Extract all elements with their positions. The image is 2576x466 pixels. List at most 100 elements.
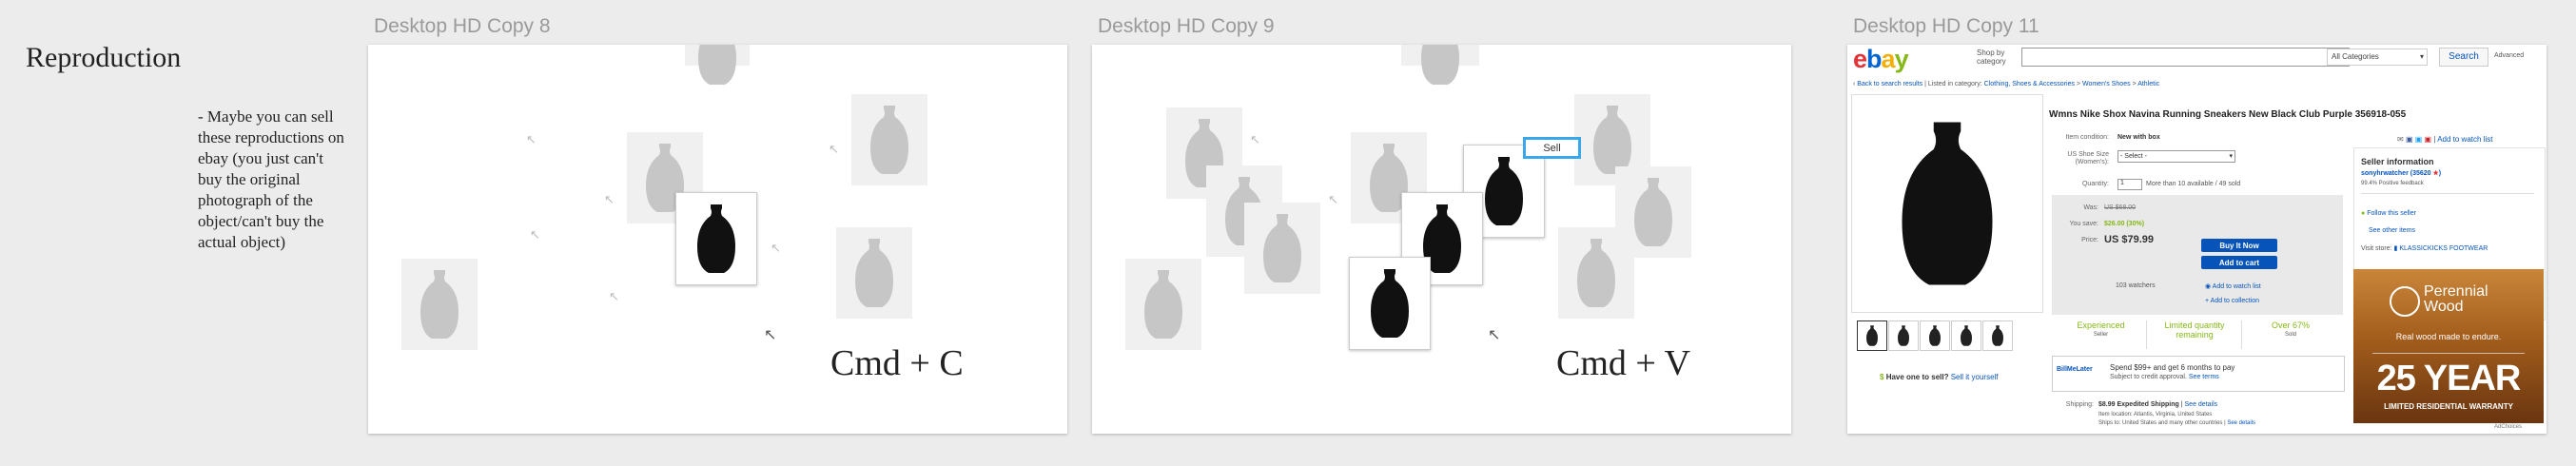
breadcrumb-item[interactable]: Clothing, Shoes & Accessories <box>1984 81 2075 87</box>
see-details-link[interactable]: See details <box>2227 420 2255 426</box>
pasted-vase-tile[interactable] <box>1349 257 1431 350</box>
save-label: You save: <box>2069 221 2099 227</box>
shortcut-copy: Cmd + C <box>830 343 964 383</box>
back-icon: ‹ <box>1853 81 1856 87</box>
sell-it-link[interactable]: Sell it yourself <box>1951 373 1999 381</box>
artboard-copy-8[interactable]: ↖ ↖ ↖ ↖ ↖ ↖ ↖ Cmd + C <box>368 45 1067 434</box>
follow-text: Follow this seller <box>2367 210 2416 217</box>
ebay-logo[interactable]: ebay <box>1853 45 1909 74</box>
seller-info-title: Seller information <box>2361 157 2434 166</box>
shortcut-paste: Cmd + V <box>1556 343 1691 383</box>
vase-icon <box>693 201 739 277</box>
vase-icon <box>851 235 897 311</box>
quantity-input[interactable]: 1 <box>2117 179 2142 190</box>
vase-tile <box>1401 45 1479 66</box>
breadcrumb: ‹ Back to search results | Listed in cat… <box>1853 81 2160 87</box>
was-label: Was: <box>2083 204 2098 211</box>
thumbnail[interactable] <box>1888 320 1919 351</box>
thumbnail[interactable] <box>1982 320 2013 351</box>
cursor-icon: ↖ <box>1328 192 1338 206</box>
advanced-link[interactable]: Advanced <box>2494 52 2524 59</box>
seller-name-text: sonyhrwatcher (35620 <box>2361 170 2431 177</box>
billme-text: Spend $99+ and get 6 months to pay <box>2110 363 2235 372</box>
artboard-label-copy-8[interactable]: Desktop HD Copy 8 <box>374 15 551 38</box>
chevron-down-icon: ▾ <box>2229 153 2233 160</box>
thumbnail[interactable] <box>1920 320 1950 351</box>
artboard-copy-11-ebay[interactable]: ebay Shop by category All Categories ▾ Se… <box>1847 45 2547 434</box>
vase-icon <box>694 45 740 88</box>
see-terms-link[interactable]: See terms <box>2189 374 2219 380</box>
email-icon[interactable]: ✉ <box>2397 135 2404 144</box>
vase-tile <box>401 259 478 350</box>
cursor-icon: ↖ <box>526 132 537 146</box>
shoe-icon <box>1864 324 1881 347</box>
copied-vase-tile[interactable] <box>675 192 757 285</box>
item-title: Wmns Nike Shox Navina Running Sneakers N… <box>2049 109 2407 120</box>
cursor-icon: ↖ <box>829 142 839 156</box>
cursor-icon: ↖ <box>609 289 619 303</box>
add-collection-link[interactable]: + Add to collection <box>2205 298 2259 304</box>
artboard-copy-9[interactable]: Sell ↖ ↖ ↖ Cmd + V <box>1092 45 1791 434</box>
main-product-image[interactable] <box>1851 94 2043 313</box>
thumbnail[interactable] <box>1857 320 1887 351</box>
shop-by-category[interactable]: Shop by category <box>1977 49 2019 66</box>
artboard-label-copy-9[interactable]: Desktop HD Copy 9 <box>1098 15 1275 38</box>
shoe-icon <box>1989 324 2006 347</box>
badge-top: Experienced <box>2077 320 2125 330</box>
size-label: US Shoe Size (Women's): <box>2067 151 2109 165</box>
add-to-cart-button[interactable]: Add to cart <box>2201 256 2277 269</box>
ad-tagline: Real wood made to endure. <box>2395 332 2502 341</box>
vase-icon <box>1890 113 2004 294</box>
heart-icon: ● <box>2361 210 2366 217</box>
see-details-link[interactable]: See details <box>2185 401 2218 408</box>
vase-icon <box>1481 153 1527 229</box>
visit-store-label: Visit store: <box>2361 245 2392 252</box>
ad-banner[interactable]: Perennial Wood Real wood made to endure.… <box>2353 269 2544 423</box>
thumbnail[interactable] <box>1951 320 1981 351</box>
facebook-icon[interactable]: ▣ <box>2406 135 2413 144</box>
breadcrumb-item[interactable]: Women's Shoes <box>2082 81 2131 87</box>
vase-icon <box>1630 174 1676 250</box>
back-link[interactable]: Back to search results <box>1857 81 1922 87</box>
ad-choices[interactable]: AdChoices <box>2494 424 2522 430</box>
cursor-icon: ↖ <box>604 192 615 206</box>
artboard-label-copy-11[interactable]: Desktop HD Copy 11 <box>1853 15 2039 38</box>
dollar-icon: $ <box>1880 373 1884 381</box>
breadcrumb-item[interactable]: Athletic <box>2137 81 2159 87</box>
pinterest-icon[interactable]: ▣ <box>2425 135 2432 144</box>
ad-big: 25 YEAR <box>2376 359 2522 398</box>
follow-link[interactable]: ● Follow this seller <box>2361 210 2416 217</box>
vase-tile <box>1125 259 1201 350</box>
size-select[interactable]: - Select - ▾ <box>2117 150 2235 163</box>
price-box <box>2052 195 2343 315</box>
save-amount: $26.00 (30%) <box>2104 221 2145 227</box>
watch-link[interactable]: Add to watch list <box>2437 135 2492 144</box>
shoe-icon <box>1926 324 1943 347</box>
vase-icon <box>417 266 462 342</box>
billme-sub: Subject to credit approval. See terms <box>2110 374 2219 380</box>
shipping-text: $8.99 Expedited Shipping <box>2098 401 2179 408</box>
plus-icon: + <box>2205 298 2210 304</box>
store-link[interactable]: KLASSICKICKS FOOTWEAR <box>2399 245 2488 252</box>
share-icons[interactable]: ✉ ▣ ▣ ▣ | Add to watch list <box>2397 135 2492 144</box>
badge-top: Over 67% <box>2271 320 2311 330</box>
was-price: US $68.00 <box>2104 204 2137 211</box>
search-input[interactable] <box>2021 48 2350 67</box>
badge-bottom: Seller <box>2093 332 2109 338</box>
ships-to: Ships to: United States and many other c… <box>2098 420 2255 426</box>
twitter-icon[interactable]: ▣ <box>2415 135 2423 144</box>
store-icon: ▮ <box>2393 245 2398 252</box>
badge-top: Limited quantity <box>2164 320 2225 330</box>
vase-icon <box>867 102 912 178</box>
search-category-select[interactable]: All Categories ▾ <box>2327 49 2428 66</box>
add-watch-link[interactable]: ◉ Add to watch list <box>2205 282 2261 290</box>
buy-it-now-button[interactable]: Buy It Now <box>2201 239 2277 252</box>
shipping-value: $8.99 Expedited Shipping | See details <box>2098 401 2218 408</box>
cursor-icon: ↖ <box>1488 327 1501 343</box>
search-button[interactable]: Search <box>2439 48 2488 67</box>
seller-name[interactable]: sonyhrwatcher (35620 ★) <box>2361 169 2441 177</box>
sell-callout[interactable]: Sell <box>1523 137 1581 159</box>
condition-value: New with box <box>2117 134 2160 141</box>
eye-icon: ◉ <box>2205 283 2212 290</box>
see-other-items[interactable]: See other items <box>2369 227 2415 234</box>
